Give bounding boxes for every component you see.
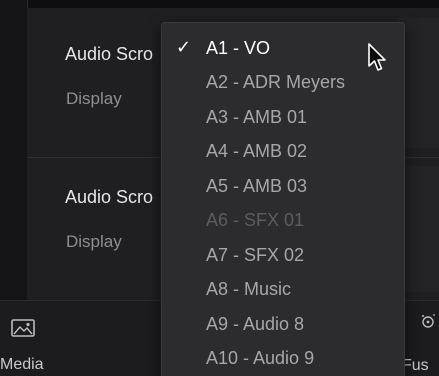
top-edge bbox=[0, 0, 439, 8]
menu-item-a6-sfx-01: A6 - SFX 01 bbox=[162, 203, 404, 237]
menu-item-a4-amb-02[interactable]: A4 - AMB 02 bbox=[162, 134, 404, 168]
menu-item-label: A6 - SFX 01 bbox=[206, 210, 305, 230]
menu-item-label: A8 - Music bbox=[206, 279, 292, 299]
menu-item-label: A5 - AMB 03 bbox=[206, 176, 308, 196]
menu-item-a3-amb-01[interactable]: A3 - AMB 01 bbox=[162, 100, 404, 134]
checkmark-icon: ✓ bbox=[176, 37, 192, 57]
mouse-pointer-icon bbox=[368, 43, 386, 71]
media-pool-icon[interactable] bbox=[10, 317, 36, 339]
menu-item-label: A7 - SFX 02 bbox=[206, 245, 305, 265]
menu-item-label: A1 - VO bbox=[206, 38, 271, 58]
media-page-label[interactable]: Media bbox=[0, 356, 44, 374]
left-sidebar-strip bbox=[0, 0, 28, 300]
menu-item-label: A3 - AMB 01 bbox=[206, 107, 308, 127]
menu-item-label: A4 - AMB 02 bbox=[206, 141, 308, 161]
audio-track-dropdown-menu[interactable]: ✓ A1 - VO A2 - ADR Meyers A3 - AMB 01 A4… bbox=[161, 22, 405, 376]
display-label-2: Display bbox=[66, 232, 122, 251]
menu-item-label: A10 - Audio 9 bbox=[206, 348, 315, 368]
menu-item-a7-sfx-02[interactable]: A7 - SFX 02 bbox=[162, 238, 404, 272]
display-label-1: Display bbox=[66, 89, 122, 108]
menu-item-label: A9 - Audio 8 bbox=[206, 314, 305, 334]
audio-scrolling-title-2: Audio Scro bbox=[65, 187, 154, 207]
fusion-icon[interactable] bbox=[414, 312, 438, 336]
menu-item-a8-music[interactable]: A8 - Music bbox=[162, 272, 404, 306]
menu-item-a5-amb-03[interactable]: A5 - AMB 03 bbox=[162, 169, 404, 203]
menu-item-label: A2 - ADR Meyers bbox=[206, 72, 346, 92]
menu-item-a9-audio-8[interactable]: A9 - Audio 8 bbox=[162, 307, 404, 341]
fusion-page-label[interactable]: Fus bbox=[402, 357, 429, 375]
resolve-audio-settings: Audio Scro Display Audio Scro Display Me… bbox=[0, 0, 439, 376]
menu-item-a10-audio-9[interactable]: A10 - Audio 9 bbox=[162, 341, 404, 375]
audio-scrolling-title-1: Audio Scro bbox=[65, 44, 154, 64]
